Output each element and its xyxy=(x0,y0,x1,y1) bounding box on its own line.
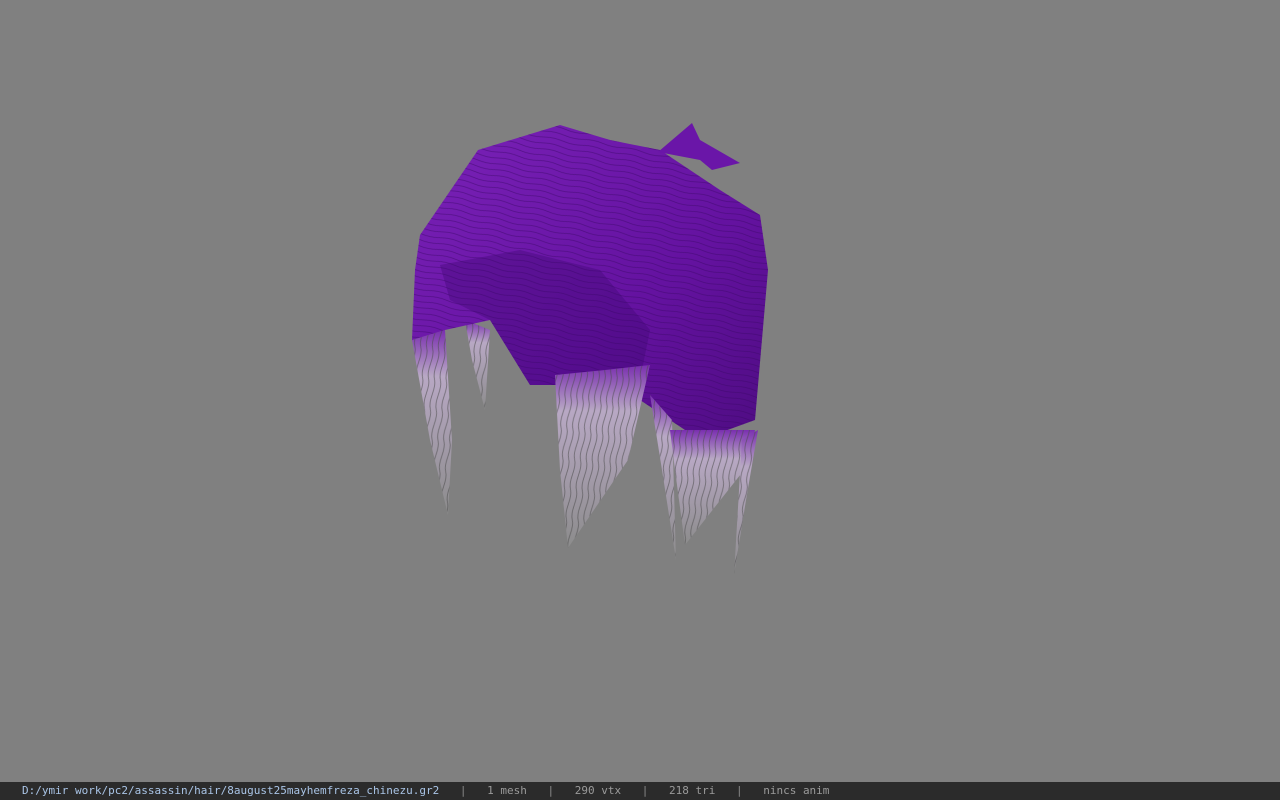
separator: | xyxy=(735,784,743,797)
separator: | xyxy=(459,784,467,797)
animation-status: nincs anim xyxy=(763,784,830,797)
triangle-count: 218 tri xyxy=(668,784,716,797)
vertex-count: 290 vtx xyxy=(574,784,622,797)
mesh-count: 1 mesh xyxy=(487,784,527,797)
separator: | xyxy=(641,784,649,797)
file-path: D:/ymir work/pc2/assassin/hair/8august25… xyxy=(22,784,440,797)
hair-spikes-left xyxy=(412,320,490,515)
3d-viewport[interactable] xyxy=(0,0,1280,782)
separator: | xyxy=(547,784,555,797)
status-bar: D:/ymir work/pc2/assassin/hair/8august25… xyxy=(0,782,1280,800)
hair-model[interactable] xyxy=(0,0,1280,782)
